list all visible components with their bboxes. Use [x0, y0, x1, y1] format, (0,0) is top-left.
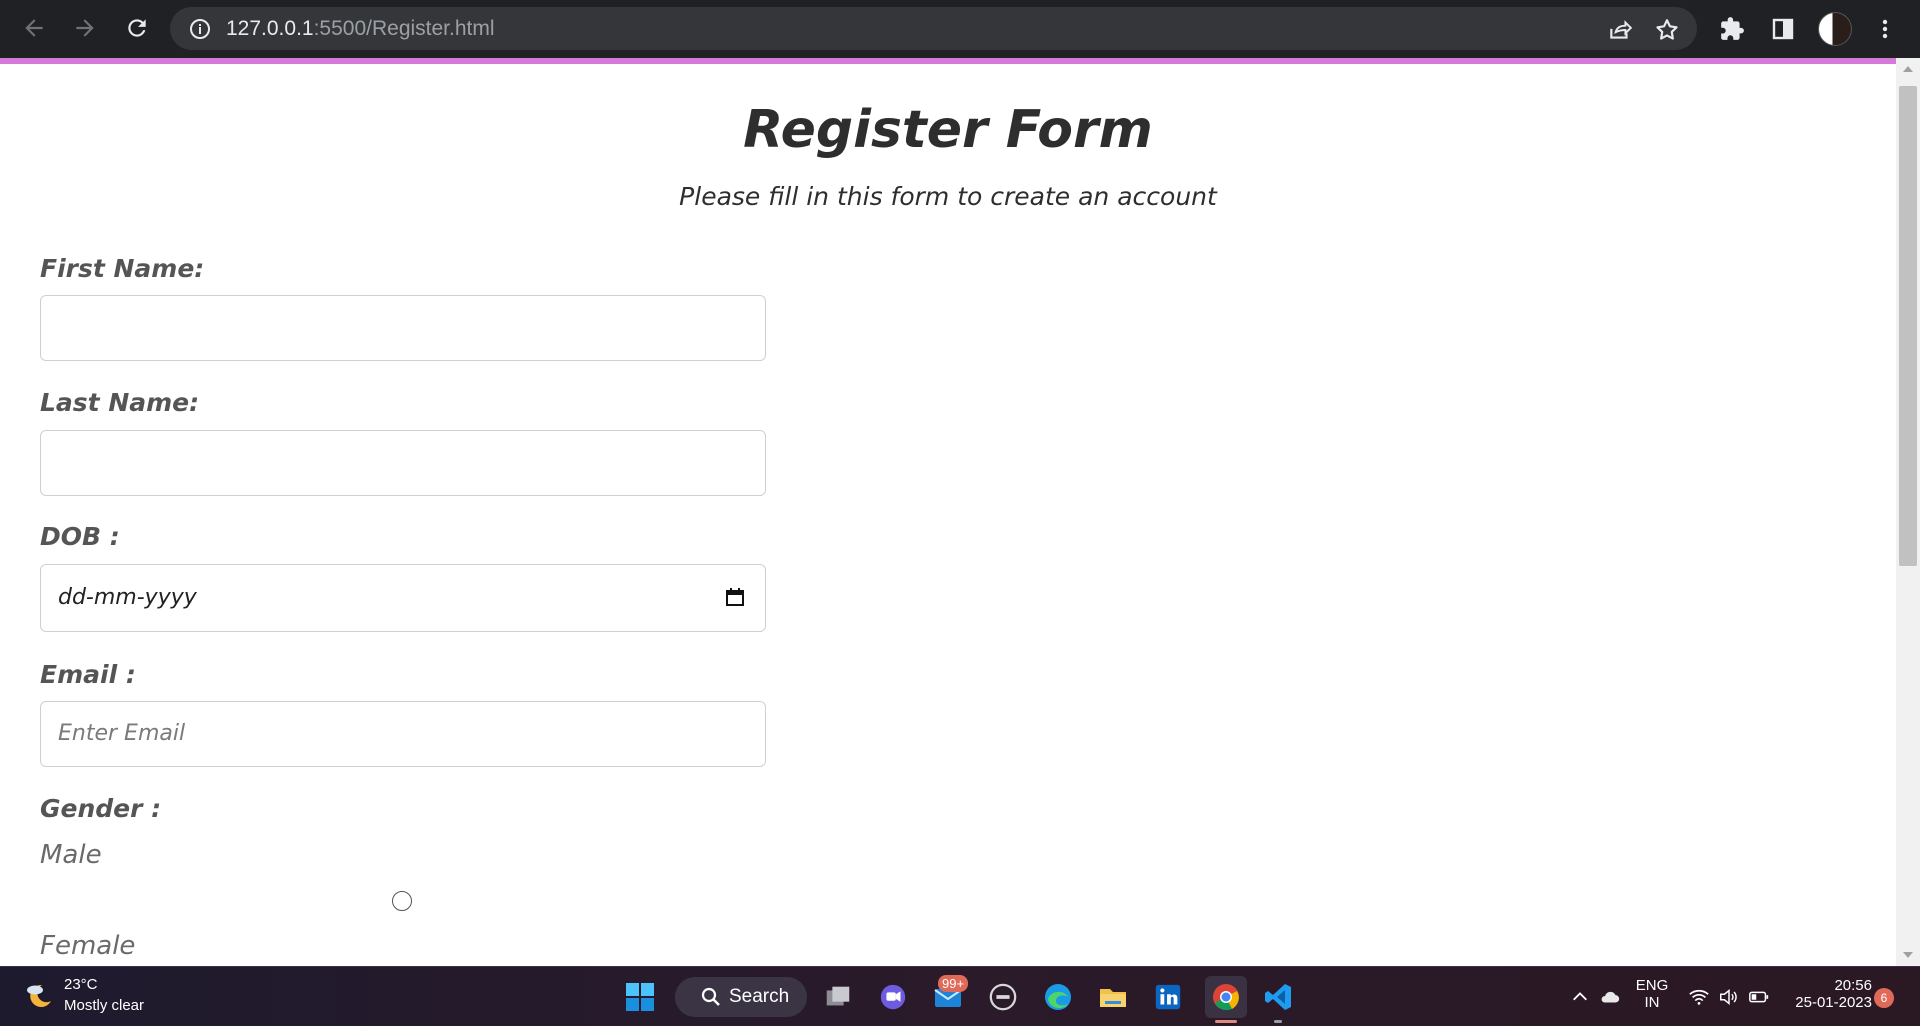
gender-option-male-label: Male — [40, 840, 102, 870]
battery-button[interactable] — [1740, 979, 1778, 1015]
mail-badge: 99+ — [938, 975, 969, 992]
puzzle-icon — [1721, 17, 1744, 40]
side-panel-icon — [1772, 18, 1794, 40]
forward-button[interactable] — [67, 10, 103, 46]
dob-placeholder: dd-mm-yyyy — [58, 585, 197, 610]
calendar-icon[interactable] — [725, 587, 745, 607]
arrow-right-icon — [76, 19, 94, 37]
url-host: 127.0.0.1 — [226, 17, 314, 40]
scroll-thumb[interactable] — [1899, 86, 1917, 566]
clock-date: 25-01-2023 — [1795, 994, 1872, 1011]
browser-toolbar: 127.0.0.1:5500/Register.html — [0, 0, 1920, 58]
teams-chat-icon — [880, 984, 906, 1010]
share-icon[interactable] — [1607, 17, 1633, 43]
email-label: Email : — [40, 660, 136, 689]
scroll-down-arrow-icon[interactable] — [1903, 952, 1913, 958]
register-page: Register Form Please fill in this form t… — [0, 64, 1896, 966]
wifi-icon — [1689, 989, 1709, 1005]
url-text[interactable]: 127.0.0.1:5500/Register.html — [226, 17, 495, 41]
linkedin-app[interactable] — [1150, 979, 1186, 1015]
file-explorer-app[interactable] — [1095, 979, 1131, 1015]
email-input[interactable]: Enter Email — [40, 701, 766, 767]
battery-icon — [1749, 991, 1769, 1003]
dob-date-input[interactable]: dd-mm-yyyy — [40, 564, 766, 632]
language-code: ENG — [1635, 977, 1669, 994]
cloud-icon — [1601, 991, 1620, 1003]
page-title: Register Form — [743, 100, 1153, 160]
clock-time: 20:56 — [1834, 977, 1872, 994]
taskbar-search[interactable]: Search — [675, 977, 807, 1017]
back-button[interactable] — [16, 10, 52, 46]
clock[interactable]: 20:56 25-01-2023 — [1784, 977, 1872, 1011]
vscode-icon — [1265, 984, 1291, 1010]
url-path: :5500/Register.html — [313, 17, 495, 40]
first-name-input[interactable] — [40, 295, 766, 361]
vscode-app[interactable] — [1260, 979, 1296, 1015]
edge-app[interactable] — [1040, 979, 1076, 1015]
dob-label: DOB : — [40, 522, 120, 551]
chat-button[interactable] — [875, 979, 911, 1015]
gender-option-female-label: Female — [40, 931, 136, 961]
side-panel-button[interactable] — [1768, 14, 1798, 44]
search-label: Search — [729, 986, 790, 1007]
more-vertical-icon — [1882, 19, 1888, 39]
first-name-label: First Name: — [40, 254, 205, 283]
onedrive-button[interactable] — [1592, 979, 1628, 1015]
last-name-input[interactable] — [40, 430, 766, 496]
chrome-menu-button[interactable] — [1870, 14, 1900, 44]
moon-cloud-icon — [27, 984, 51, 1007]
chrome-app[interactable] — [1205, 976, 1247, 1018]
speaker-icon — [1720, 989, 1737, 1005]
edge-browser-icon — [1045, 984, 1071, 1010]
dell-app[interactable] — [985, 979, 1021, 1015]
chrome-icon — [1213, 984, 1239, 1011]
start-button[interactable] — [622, 979, 658, 1015]
arrow-left-icon — [25, 19, 43, 37]
folder-icon — [1100, 989, 1126, 1007]
task-view-icon — [826, 986, 850, 1006]
email-placeholder: Enter Email — [58, 721, 186, 746]
weather-temperature: 23°C — [64, 976, 98, 993]
notification-count-badge[interactable]: 6 — [1874, 988, 1894, 1008]
profile-avatar[interactable] — [1818, 12, 1852, 46]
language-indicator[interactable]: ENG IN — [1630, 977, 1674, 1011]
windows-logo-icon — [626, 983, 654, 1011]
windows-taskbar: 23°C Mostly clear Search 99+ ENG IN 20:5… — [0, 966, 1920, 1026]
page-subtitle: Please fill in this form to create an ac… — [679, 182, 1217, 211]
task-view-button[interactable] — [820, 979, 856, 1015]
reload-button[interactable] — [119, 10, 155, 46]
address-bar[interactable]: 127.0.0.1:5500/Register.html — [170, 7, 1697, 50]
gender-male-radio[interactable] — [392, 891, 412, 911]
reload-icon — [128, 19, 146, 37]
chrome-active-indicator — [1215, 1020, 1237, 1023]
bookmark-star-icon[interactable] — [1654, 17, 1680, 43]
linkedin-icon — [1155, 984, 1181, 1010]
vscode-running-indicator — [1274, 1020, 1282, 1023]
scroll-up-arrow-icon[interactable] — [1903, 66, 1913, 72]
extensions-button[interactable] — [1717, 14, 1747, 44]
language-region: IN — [1644, 994, 1660, 1011]
last-name-label: Last Name: — [40, 388, 200, 417]
gender-label: Gender : — [40, 794, 162, 823]
info-icon[interactable] — [188, 17, 212, 41]
weather-description: Mostly clear — [64, 997, 145, 1014]
page-scrollbar[interactable] — [1896, 58, 1920, 966]
search-icon — [701, 987, 720, 1006]
chevron-up-icon — [1573, 992, 1587, 1001]
dell-logo-icon — [989, 983, 1017, 1011]
